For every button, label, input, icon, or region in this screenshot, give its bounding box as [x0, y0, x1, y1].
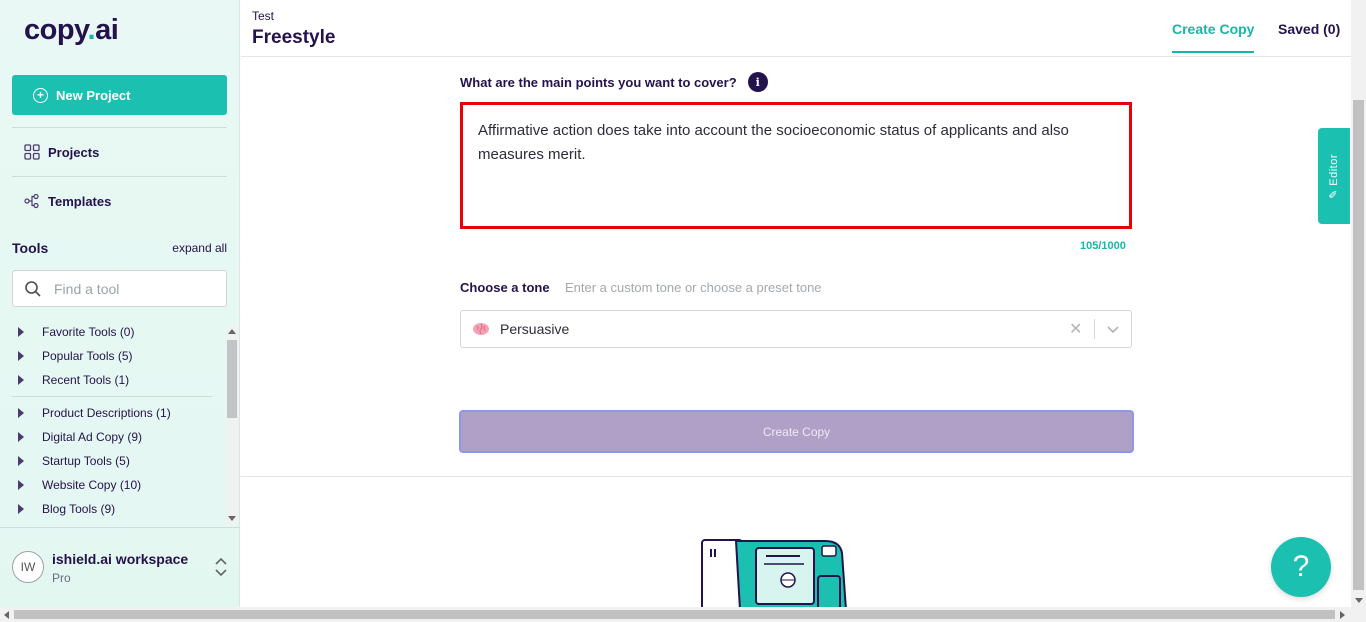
help-button[interactable]: ?: [1271, 537, 1331, 597]
new-project-button[interactable]: + New Project: [12, 75, 227, 115]
caret-right-icon: [18, 504, 24, 514]
tool-group-blog-tools[interactable]: Blog Tools (9): [12, 502, 115, 516]
divider: [12, 396, 212, 397]
divider: [1094, 319, 1095, 339]
character-counter: 105/1000: [1080, 240, 1126, 252]
editor-tab-label: ✎ Editor: [1328, 153, 1341, 198]
tone-label: Choose a tone: [460, 280, 550, 295]
main-points-textarea[interactable]: Affirmative action does take into accoun…: [460, 102, 1132, 229]
workspace-switcher[interactable]: IW ishield.ai workspace Pro: [0, 527, 240, 607]
scrollbar-thumb[interactable]: [1353, 100, 1364, 590]
tool-group-popular[interactable]: Popular Tools (5): [12, 349, 133, 363]
workspace-plan: Pro: [52, 571, 71, 585]
pencil-icon: ✎: [1328, 188, 1341, 199]
chevron-down-icon[interactable]: [1106, 319, 1120, 339]
editor-label-text: Editor: [1328, 153, 1341, 186]
page-header: Test Freestyle Create Copy Saved (0): [241, 0, 1351, 57]
tool-group-product-descriptions[interactable]: Product Descriptions (1): [12, 406, 171, 420]
tool-group-label: Product Descriptions (1): [42, 406, 171, 420]
scrollbar-thumb[interactable]: [14, 610, 1335, 619]
sidebar-item-label: Templates: [48, 193, 112, 209]
sidebar-item-projects[interactable]: Projects: [24, 144, 99, 160]
chevron-up-down-icon[interactable]: [214, 557, 228, 577]
tool-group-favorite[interactable]: Favorite Tools (0): [12, 325, 134, 339]
page-horizontal-scrollbar[interactable]: [0, 607, 1366, 622]
tool-group-label: Digital Ad Copy (9): [42, 430, 143, 444]
tools-header: Tools expand all: [12, 240, 227, 256]
expand-all-link[interactable]: expand all: [172, 241, 227, 255]
logo[interactable]: copy.ai: [24, 14, 119, 47]
caret-right-icon: [18, 375, 24, 385]
scroll-down-icon[interactable]: [228, 516, 236, 521]
device-illustration: [701, 539, 847, 607]
tab-create-copy[interactable]: Create Copy: [1172, 21, 1255, 53]
caret-right-icon: [18, 408, 24, 418]
main-points-label-text: What are the main points you want to cov…: [460, 74, 737, 90]
create-copy-button[interactable]: Create Copy: [459, 410, 1134, 453]
templates-icon: [24, 193, 39, 209]
tab-saved[interactable]: Saved (0): [1278, 21, 1340, 37]
page-vertical-scrollbar[interactable]: [1351, 0, 1366, 607]
new-project-label: New Project: [56, 87, 131, 103]
main-points-label: What are the main points you want to cov…: [460, 72, 768, 92]
tool-group-digital-ad-copy[interactable]: Digital Ad Copy (9): [12, 430, 142, 444]
sidebar: copy.ai + New Project Projects Templates…: [0, 0, 240, 607]
breadcrumb[interactable]: Test: [252, 9, 274, 23]
find-tool-input[interactable]: [54, 280, 204, 297]
caret-right-icon: [18, 351, 24, 361]
editor-side-tab[interactable]: ✎ Editor: [1318, 128, 1350, 224]
grid-icon: [24, 144, 40, 160]
tool-group-label: Recent Tools (1): [42, 373, 130, 387]
tool-group-label: Favorite Tools (0): [42, 325, 135, 339]
tool-group-startup-tools[interactable]: Startup Tools (5): [12, 454, 130, 468]
divider: [241, 476, 1351, 477]
scrollbar-thumb[interactable]: [227, 340, 237, 418]
tool-group-label: Blog Tools (9): [42, 502, 116, 516]
scroll-left-icon[interactable]: [4, 611, 9, 619]
tool-group-website-copy[interactable]: Website Copy (10): [12, 478, 141, 492]
scroll-right-icon[interactable]: [1340, 611, 1345, 619]
tone-selected-value: Persuasive: [500, 321, 570, 337]
tool-group-label: Popular Tools (5): [42, 349, 133, 363]
caret-right-icon: [18, 432, 24, 442]
caret-right-icon: [18, 456, 24, 466]
caret-right-icon: [18, 327, 24, 337]
scroll-down-icon[interactable]: [1355, 598, 1363, 603]
avatar: IW: [12, 551, 44, 583]
sidebar-item-label: Projects: [48, 144, 100, 160]
page-title: Freestyle: [252, 27, 336, 48]
divider: [12, 176, 227, 177]
clear-icon[interactable]: ✕: [1069, 319, 1082, 339]
sidebar-item-templates[interactable]: Templates: [24, 193, 111, 209]
find-tool-field[interactable]: [12, 270, 227, 307]
divider: [12, 127, 227, 128]
scroll-up-icon[interactable]: [228, 329, 236, 334]
tool-list: Favorite Tools (0) Popular Tools (5) Rec…: [12, 320, 224, 520]
workspace-name: ishield.ai workspace: [52, 551, 189, 567]
caret-right-icon: [18, 480, 24, 490]
tool-list-scrollbar[interactable]: [226, 326, 238, 524]
tool-group-recent[interactable]: Recent Tools (1): [12, 373, 129, 387]
brain-icon: [473, 323, 489, 335]
tone-hint: Enter a custom tone or choose a preset t…: [565, 280, 822, 295]
search-icon: [25, 280, 41, 297]
plus-circle-icon: +: [33, 87, 48, 103]
tool-group-label: Startup Tools (5): [42, 454, 130, 468]
tool-group-label: Website Copy (10): [42, 478, 142, 492]
info-icon[interactable]: i: [747, 72, 768, 92]
tone-select[interactable]: Persuasive ✕: [460, 310, 1132, 348]
tools-title: Tools: [12, 240, 49, 256]
